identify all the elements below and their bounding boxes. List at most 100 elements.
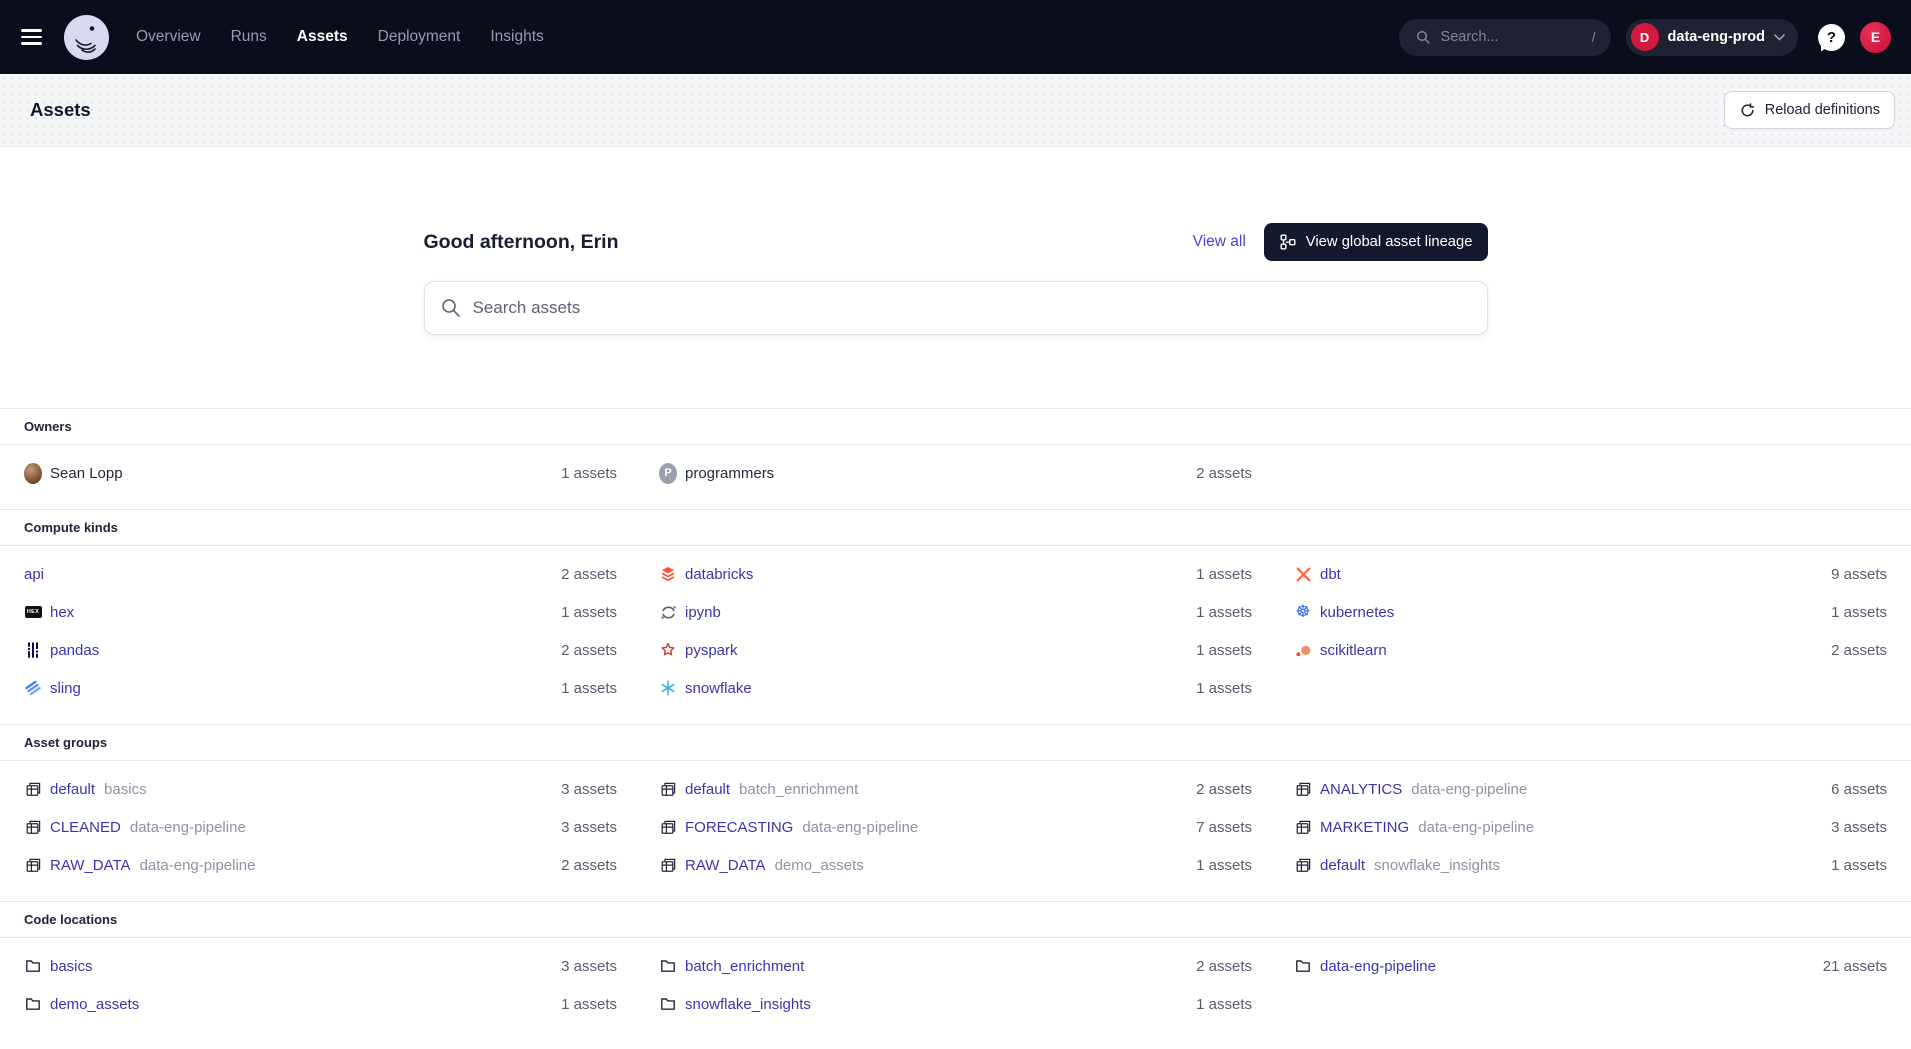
compute-kinds-grid: api2 assetsdatabricks1 assetsdbt9 assets… bbox=[0, 546, 1911, 724]
asset-group-icon bbox=[1294, 856, 1312, 874]
asset-count: 1 assets bbox=[1831, 857, 1887, 874]
folder-icon bbox=[24, 957, 42, 975]
asset-count: 1 assets bbox=[561, 996, 617, 1013]
greeting-text: Good afternoon, Erin bbox=[424, 231, 619, 254]
dagster-logo-icon[interactable] bbox=[64, 15, 109, 60]
nav-item-overview[interactable]: Overview bbox=[136, 28, 201, 46]
reload-definitions-button[interactable]: Reload definitions bbox=[1724, 91, 1895, 129]
code-locations-row: basics3 assets bbox=[24, 947, 617, 985]
compute-kinds-item-databricks[interactable]: databricks bbox=[659, 565, 753, 583]
page-title: Assets bbox=[30, 99, 91, 121]
asset-groups-item-analytics-data-eng-pipeline[interactable]: ANALYTICSdata-eng-pipeline bbox=[1294, 780, 1527, 798]
code-locations-item-snowflake-insights[interactable]: snowflake_insights bbox=[659, 995, 811, 1013]
item-label: RAW_DATA bbox=[50, 857, 131, 874]
item-label: FORECASTING bbox=[685, 819, 793, 836]
item-label: snowflake_insights bbox=[685, 996, 811, 1013]
folder-icon bbox=[659, 957, 677, 975]
team-avatar: P bbox=[659, 464, 677, 482]
nav-item-assets[interactable]: Assets bbox=[297, 28, 348, 46]
compute-kinds-item-sling[interactable]: sling bbox=[24, 679, 81, 697]
code-locations-item-basics[interactable]: basics bbox=[24, 957, 93, 975]
compute-kinds-item-scikitlearn[interactable]: scikitlearn bbox=[1294, 641, 1387, 659]
code-locations-item-batch-enrichment[interactable]: batch_enrichment bbox=[659, 957, 804, 975]
asset-group-icon bbox=[659, 780, 677, 798]
user-avatar-button[interactable]: E bbox=[1860, 22, 1891, 53]
owners-item-sean-lopp[interactable]: Sean Lopp bbox=[24, 464, 123, 482]
owners-row: Sean Lopp1 assets bbox=[24, 454, 617, 492]
asset-groups-item-default-basics[interactable]: defaultbasics bbox=[24, 780, 147, 798]
compute-kinds-row: pyspark1 assets bbox=[659, 631, 1252, 669]
compute-kinds-item-hex[interactable]: HEXhex bbox=[24, 603, 74, 621]
section-header-owners: Owners bbox=[0, 408, 1911, 445]
search-shortcut-hint: / bbox=[1592, 29, 1596, 45]
folder-icon bbox=[24, 995, 42, 1013]
compute-kinds-item-api[interactable]: api bbox=[24, 566, 44, 583]
asset-groups-item-default-snowflake-insights[interactable]: defaultsnowflake_insights bbox=[1294, 856, 1500, 874]
lineage-graph-icon bbox=[1279, 233, 1297, 251]
section-code-locations: Code locationsbasics3 assetsbatch_enrich… bbox=[0, 901, 1911, 1040]
user-initial: E bbox=[1871, 29, 1880, 45]
item-label: pandas bbox=[50, 642, 99, 659]
deployment-selector[interactable]: D data-eng-prod bbox=[1626, 19, 1798, 56]
nav-links: Overview Runs Assets Deployment Insights bbox=[136, 28, 544, 46]
hex-icon: HEX bbox=[24, 603, 42, 621]
compute-kinds-item-kubernetes[interactable]: ☸kubernetes bbox=[1294, 603, 1394, 621]
compute-kinds-row: ☸kubernetes1 assets bbox=[1294, 593, 1887, 631]
compute-kinds-item-snowflake[interactable]: snowflake bbox=[659, 679, 752, 697]
item-suffix: snowflake_insights bbox=[1374, 857, 1500, 874]
asset-groups-item-default-batch-enrichment[interactable]: defaultbatch_enrichment bbox=[659, 780, 858, 798]
item-suffix: data-eng-pipeline bbox=[130, 819, 246, 836]
compute-kinds-row: dbt9 assets bbox=[1294, 555, 1887, 593]
global-search-input[interactable]: Search... / bbox=[1399, 19, 1611, 56]
deployment-name: data-eng-prod bbox=[1668, 29, 1765, 45]
asset-count: 2 assets bbox=[1196, 781, 1252, 798]
view-global-asset-lineage-button[interactable]: View global asset lineage bbox=[1264, 223, 1488, 261]
hamburger-menu-icon[interactable] bbox=[21, 29, 42, 45]
owners-row: Pprogrammers2 assets bbox=[659, 454, 1252, 492]
view-all-link[interactable]: View all bbox=[1193, 233, 1246, 251]
asset-groups-row: FORECASTINGdata-eng-pipeline7 assets bbox=[659, 808, 1252, 846]
asset-groups-item-marketing-data-eng-pipeline[interactable]: MARKETINGdata-eng-pipeline bbox=[1294, 818, 1534, 836]
scikitlearn-icon bbox=[1294, 641, 1312, 659]
nav-right: Search... / D data-eng-prod ? E bbox=[1399, 19, 1891, 56]
code-locations-item-data-eng-pipeline[interactable]: data-eng-pipeline bbox=[1294, 957, 1436, 975]
reload-definitions-label: Reload definitions bbox=[1765, 102, 1880, 118]
asset-groups-item-cleaned-data-eng-pipeline[interactable]: CLEANEDdata-eng-pipeline bbox=[24, 818, 246, 836]
nav-item-insights[interactable]: Insights bbox=[490, 28, 543, 46]
compute-kinds-item-dbt[interactable]: dbt bbox=[1294, 565, 1341, 583]
asset-group-icon bbox=[24, 818, 42, 836]
section-compute-kinds: Compute kindsapi2 assetsdatabricks1 asse… bbox=[0, 509, 1911, 724]
help-button[interactable]: ? bbox=[1818, 24, 1845, 51]
section-asset-groups: Asset groupsdefaultbasics3 assetsdefault… bbox=[0, 724, 1911, 901]
item-label: dbt bbox=[1320, 566, 1341, 583]
code-locations-item-demo-assets[interactable]: demo_assets bbox=[24, 995, 139, 1013]
code-locations-row: data-eng-pipeline21 assets bbox=[1294, 947, 1887, 985]
owners-grid: Sean Lopp1 assets Pprogrammers2 assets bbox=[0, 445, 1911, 509]
asset-groups-item-forecasting-data-eng-pipeline[interactable]: FORECASTINGdata-eng-pipeline bbox=[659, 818, 918, 836]
pandas-icon bbox=[24, 641, 42, 659]
nav-item-runs[interactable]: Runs bbox=[231, 28, 267, 46]
sling-icon bbox=[24, 679, 42, 697]
nav-item-deployment[interactable]: Deployment bbox=[378, 28, 461, 46]
section-header-compute-kinds: Compute kinds bbox=[0, 509, 1911, 546]
item-label: scikitlearn bbox=[1320, 642, 1387, 659]
databricks-icon bbox=[659, 565, 677, 583]
section-header-asset-groups: Asset groups bbox=[0, 724, 1911, 761]
asset-groups-item-raw-data-data-eng-pipeline[interactable]: RAW_DATAdata-eng-pipeline bbox=[24, 856, 255, 874]
compute-kinds-item-ipynb[interactable]: ipynb bbox=[659, 603, 721, 621]
code-locations-row: batch_enrichment2 assets bbox=[659, 947, 1252, 985]
item-label: batch_enrichment bbox=[685, 958, 804, 975]
asset-search-input[interactable] bbox=[424, 281, 1488, 335]
asset-groups-grid: defaultbasics 3 assets defaultbatch_enrich… bbox=[0, 761, 1911, 901]
asset-group-icon bbox=[659, 818, 677, 836]
asset-count: 3 assets bbox=[1831, 819, 1887, 836]
item-label: ANALYTICS bbox=[1320, 781, 1402, 798]
asset-count: 1 assets bbox=[1196, 680, 1252, 697]
asset-groups-row: RAW_DATAdemo_assets1 assets bbox=[659, 846, 1252, 884]
asset-groups-row: defaultbatch_enrichment 2 assets bbox=[659, 770, 1252, 808]
compute-kinds-item-pandas[interactable]: pandas bbox=[24, 641, 99, 659]
owners-item-programmers[interactable]: Pprogrammers bbox=[659, 464, 774, 482]
asset-groups-item-raw-data-demo-assets[interactable]: RAW_DATAdemo_assets bbox=[659, 856, 864, 874]
compute-kinds-item-pyspark[interactable]: pyspark bbox=[659, 641, 738, 659]
section-owners: Owners Sean Lopp1 assets Pprogrammers2 ass… bbox=[0, 408, 1911, 509]
